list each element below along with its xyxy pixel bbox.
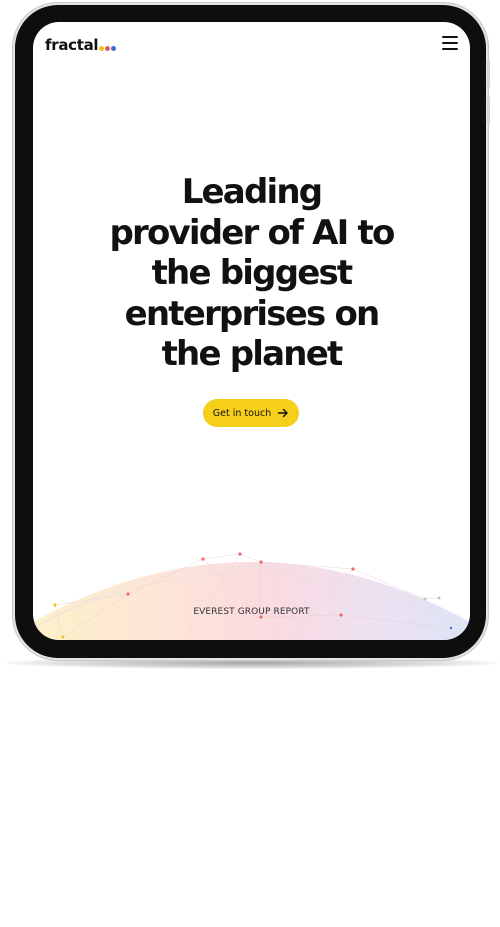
arrow-right-icon bbox=[278, 408, 288, 418]
menu-bar bbox=[442, 36, 458, 38]
side-button bbox=[487, 96, 490, 124]
hamburger-menu-icon[interactable] bbox=[442, 36, 458, 50]
logo-dot-yellow bbox=[99, 46, 105, 51]
everest-group-report-link[interactable]: EVEREST GROUP REPORT bbox=[33, 607, 470, 617]
get-in-touch-label: Get in touch bbox=[212, 407, 272, 419]
logo-wordmark: fractal bbox=[45, 36, 99, 54]
get-in-touch-button[interactable]: Get in touch bbox=[203, 399, 299, 427]
fractal-logo[interactable]: fractal bbox=[45, 34, 117, 54]
logo-dot-red bbox=[105, 46, 111, 51]
logo-dot-blue bbox=[111, 46, 117, 51]
globe-graphic bbox=[33, 552, 470, 640]
hero-title: Leading provider of AI to the biggest en… bbox=[109, 172, 395, 374]
menu-bar bbox=[442, 42, 458, 44]
tablet-screen: fractal Leading provider of AI to the bi… bbox=[33, 22, 470, 640]
menu-bar bbox=[442, 48, 458, 50]
side-button bbox=[487, 60, 490, 88]
logo-dots bbox=[99, 46, 117, 51]
